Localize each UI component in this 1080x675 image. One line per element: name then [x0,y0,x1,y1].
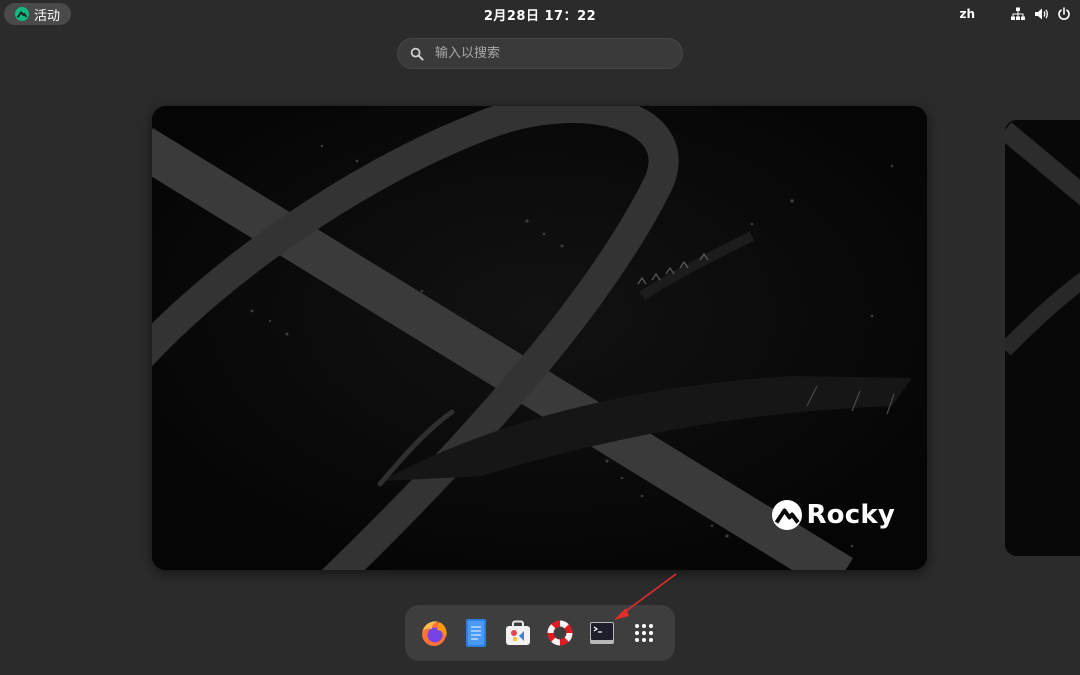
date-time-clock[interactable]: 2月28日 17：22 [484,5,596,24]
rocky-brand: Rocky [772,500,895,530]
search-input[interactable] [433,45,657,62]
help-icon[interactable] [543,616,577,650]
show-apps-icon[interactable] [627,616,661,650]
rocky-logo-icon [772,500,803,530]
rocky-logo-icon [14,7,29,21]
language-indicator[interactable]: zh [959,4,975,24]
terminal-icon[interactable] [585,616,619,650]
activities-button[interactable]: 活动 [4,3,71,25]
system-tray: zh [959,4,1072,24]
search-icon [410,47,424,61]
power-icon[interactable] [1056,4,1072,24]
volume-icon[interactable] [1033,4,1049,24]
activities-label: 活动 [33,8,60,24]
rocky-wordmark: Rocky [806,500,895,530]
text-editor-icon[interactable] [459,616,493,650]
workspace-thumbnail-current[interactable]: Rocky [152,106,927,570]
firefox-icon[interactable] [417,616,451,650]
network-icon[interactable] [1010,4,1026,24]
workspace-thumbnail-next[interactable] [1005,120,1080,556]
search-bar[interactable] [397,38,683,69]
dash [405,605,675,661]
software-icon[interactable] [501,616,535,650]
top-bar: 活动 2月28日 17：22 zh [0,0,1080,28]
